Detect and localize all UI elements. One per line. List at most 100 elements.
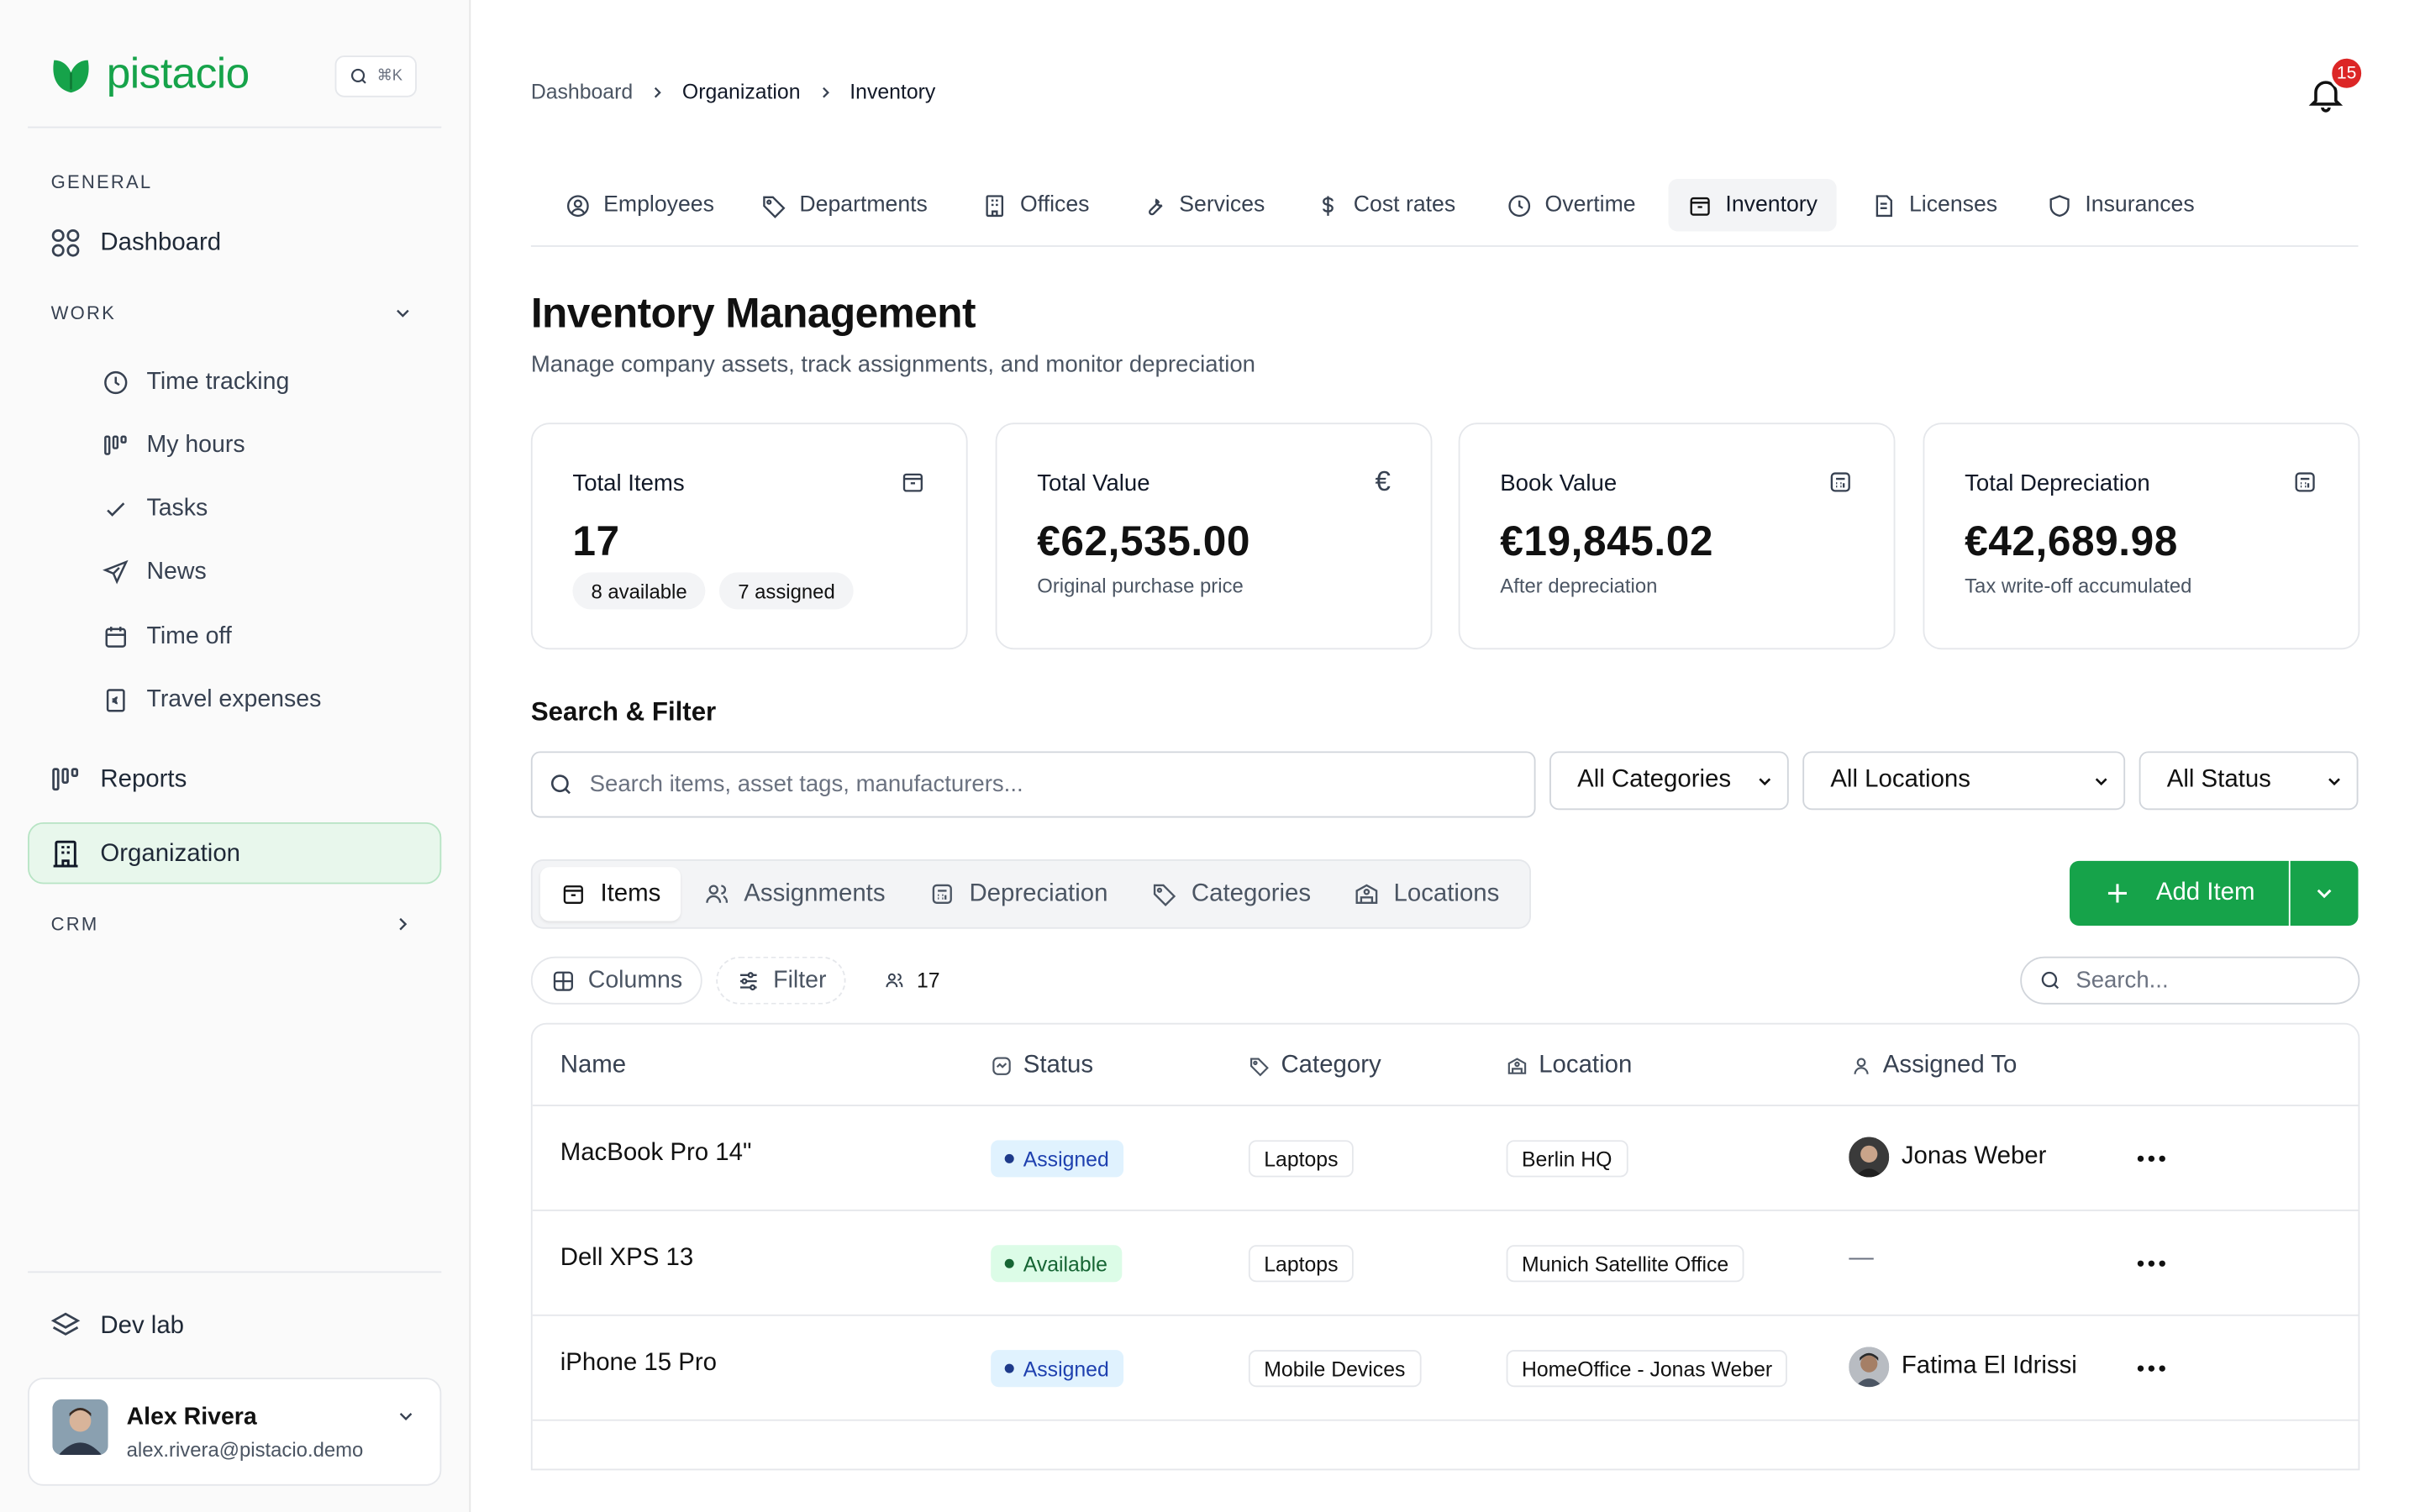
stat-note: After depreciation: [1500, 574, 1658, 597]
table-row[interactable]: Dell XPS 13 Available Laptops Munich Sat…: [533, 1211, 2359, 1315]
sidebar-item-travel-expenses[interactable]: Travel expenses: [102, 686, 321, 714]
location-tag: Munich Satellite Office: [1506, 1245, 1744, 1283]
section-label-crm: CRM: [50, 913, 99, 936]
view-tab-label: Depreciation: [969, 879, 1108, 907]
shortcut-hint: ⌘K: [376, 67, 403, 86]
sidebar-item-news[interactable]: News: [102, 558, 207, 586]
user-icon: [1854, 1057, 1869, 1074]
tab-label: Employees: [603, 192, 714, 218]
view-tab-assignments[interactable]: Assignments: [684, 867, 906, 921]
sidebar-item-tasks[interactable]: Tasks: [102, 496, 208, 523]
search-placeholder: Search...: [2075, 967, 2169, 994]
user-photo: [52, 1399, 108, 1456]
column-header-status[interactable]: Status: [991, 1025, 1093, 1106]
bars-icon: [52, 768, 79, 791]
sidebar-item-organization[interactable]: Organization: [50, 837, 240, 870]
search-icon: [550, 774, 571, 795]
tab-departments[interactable]: Departments: [742, 179, 945, 231]
cell-category: Laptops: [1248, 1140, 1354, 1178]
tab-label: Inventory: [1725, 192, 1818, 218]
category-select[interactable]: All Categories: [1549, 751, 1789, 811]
tab-licenses[interactable]: Licenses: [1852, 179, 2016, 231]
chip-assigned: 7 assigned: [719, 572, 854, 610]
category-tag: Laptops: [1248, 1140, 1354, 1178]
location-tag: Berlin HQ: [1506, 1140, 1628, 1178]
box-icon: [1690, 197, 1710, 215]
sidebar-item-time-off[interactable]: Time off: [102, 623, 232, 651]
euro-icon: €: [1375, 465, 1391, 497]
tab-overtime[interactable]: Overtime: [1488, 179, 1655, 231]
tab-cost-rates[interactable]: Cost rates: [1297, 179, 1474, 231]
sidebar-item-dashboard[interactable]: Dashboard: [50, 227, 221, 260]
divider: [28, 126, 442, 129]
layers-icon: [50, 1312, 81, 1336]
sidebar-item-time-tracking[interactable]: Time tracking: [102, 369, 289, 396]
add-item-dropdown-button[interactable]: [2290, 860, 2359, 927]
tab-insurances[interactable]: Insurances: [2028, 179, 2212, 231]
table-row[interactable]: iPhone 15 Pro Assigned Mobile Devices Ho…: [533, 1316, 2359, 1420]
column-header-location[interactable]: Location: [1507, 1025, 1632, 1106]
assignee-name[interactable]: Fatima El Idrissi: [1902, 1353, 2077, 1381]
sidebar-item-label: News: [146, 558, 207, 585]
tab-label: Overtime: [1544, 192, 1636, 218]
breadcrumb-item[interactable]: Dashboard: [531, 81, 633, 104]
stat-value: €62,535.00: [1037, 518, 1250, 565]
tag-icon: [763, 195, 786, 218]
sidebar-item-label: Organization: [100, 840, 241, 867]
pistachio-logo-icon: [53, 60, 89, 93]
sidebar-item-reports[interactable]: Reports: [50, 764, 187, 796]
view-tab-depreciation[interactable]: Depreciation: [909, 867, 1128, 921]
tab-services[interactable]: Services: [1122, 179, 1283, 231]
stat-label: Total Value: [1037, 470, 1150, 497]
view-tab-items[interactable]: Items: [539, 867, 681, 921]
search-input[interactable]: Search items, asset tags, manufacturers.…: [530, 751, 1536, 818]
send-icon: [103, 559, 129, 585]
sidebar-item-label: Dashboard: [100, 228, 222, 255]
assignee-name[interactable]: Jonas Weber: [1902, 1143, 2047, 1171]
status-dot: [1004, 1258, 1014, 1268]
column-header-label: Name: [560, 1051, 627, 1078]
chevron-down-icon[interactable]: [392, 302, 414, 324]
stat-card-total-items: Total Items 17 8 available 7 assigned: [530, 423, 968, 650]
filter-button[interactable]: Filter: [716, 956, 847, 1005]
tab-employees[interactable]: Employees: [546, 179, 733, 231]
box-icon: [563, 885, 583, 904]
columns-button[interactable]: Columns: [530, 956, 703, 1005]
tab-offices[interactable]: Offices: [963, 179, 1107, 231]
chevron-down-icon: [1759, 777, 1771, 785]
breadcrumb-item[interactable]: Organization: [682, 81, 801, 104]
logo[interactable]: pistacio: [48, 51, 250, 97]
avatar: [1849, 1137, 1890, 1178]
stat-value: 17: [572, 518, 620, 565]
add-item-button[interactable]: Add Item: [2070, 860, 2289, 927]
tab-bar: Employees Departments Offices Services C…: [530, 177, 2359, 247]
row-actions-button[interactable]: [2137, 1155, 2165, 1163]
status-select[interactable]: All Status: [2139, 751, 2359, 811]
table-search-input[interactable]: Search...: [2020, 956, 2360, 1005]
column-header-label: Category: [1281, 1051, 1381, 1078]
chevron-right-icon[interactable]: [392, 913, 414, 935]
row-actions-button[interactable]: [2137, 1365, 2165, 1372]
column-header-name[interactable]: Name: [560, 1025, 626, 1106]
table-row[interactable]: MacBook Pro 14" Assigned Laptops Berlin …: [533, 1106, 2359, 1210]
section-title: Search & Filter: [530, 697, 717, 727]
cell-assigned: Jonas Weber: [1849, 1137, 2046, 1178]
status-badge: Assigned: [991, 1140, 1123, 1178]
sidebar-item-dev-lab[interactable]: Dev lab: [50, 1310, 184, 1342]
command-search-button[interactable]: ⌘K: [334, 55, 417, 97]
view-tab-locations[interactable]: Locations: [1334, 867, 1519, 921]
view-tab-categories[interactable]: Categories: [1131, 867, 1331, 921]
status-dot: [1004, 1363, 1014, 1373]
sidebar-item-my-hours[interactable]: My hours: [102, 432, 245, 459]
tab-inventory[interactable]: Inventory: [1668, 179, 1837, 232]
status-label: Available: [1023, 1252, 1107, 1276]
tab-label: Departments: [799, 192, 928, 218]
user-menu[interactable]: Alex Rivera alex.rivera@pistacio.demo: [28, 1378, 442, 1486]
column-header-assigned-to[interactable]: Assigned To: [1850, 1025, 2017, 1106]
columns-label: Columns: [587, 966, 683, 993]
row-actions-button[interactable]: [2137, 1260, 2165, 1267]
category-tag: Laptops: [1248, 1245, 1354, 1283]
column-header-category[interactable]: Category: [1249, 1025, 1381, 1106]
location-select[interactable]: All Locations: [1802, 751, 2126, 811]
search-icon: [351, 68, 367, 84]
